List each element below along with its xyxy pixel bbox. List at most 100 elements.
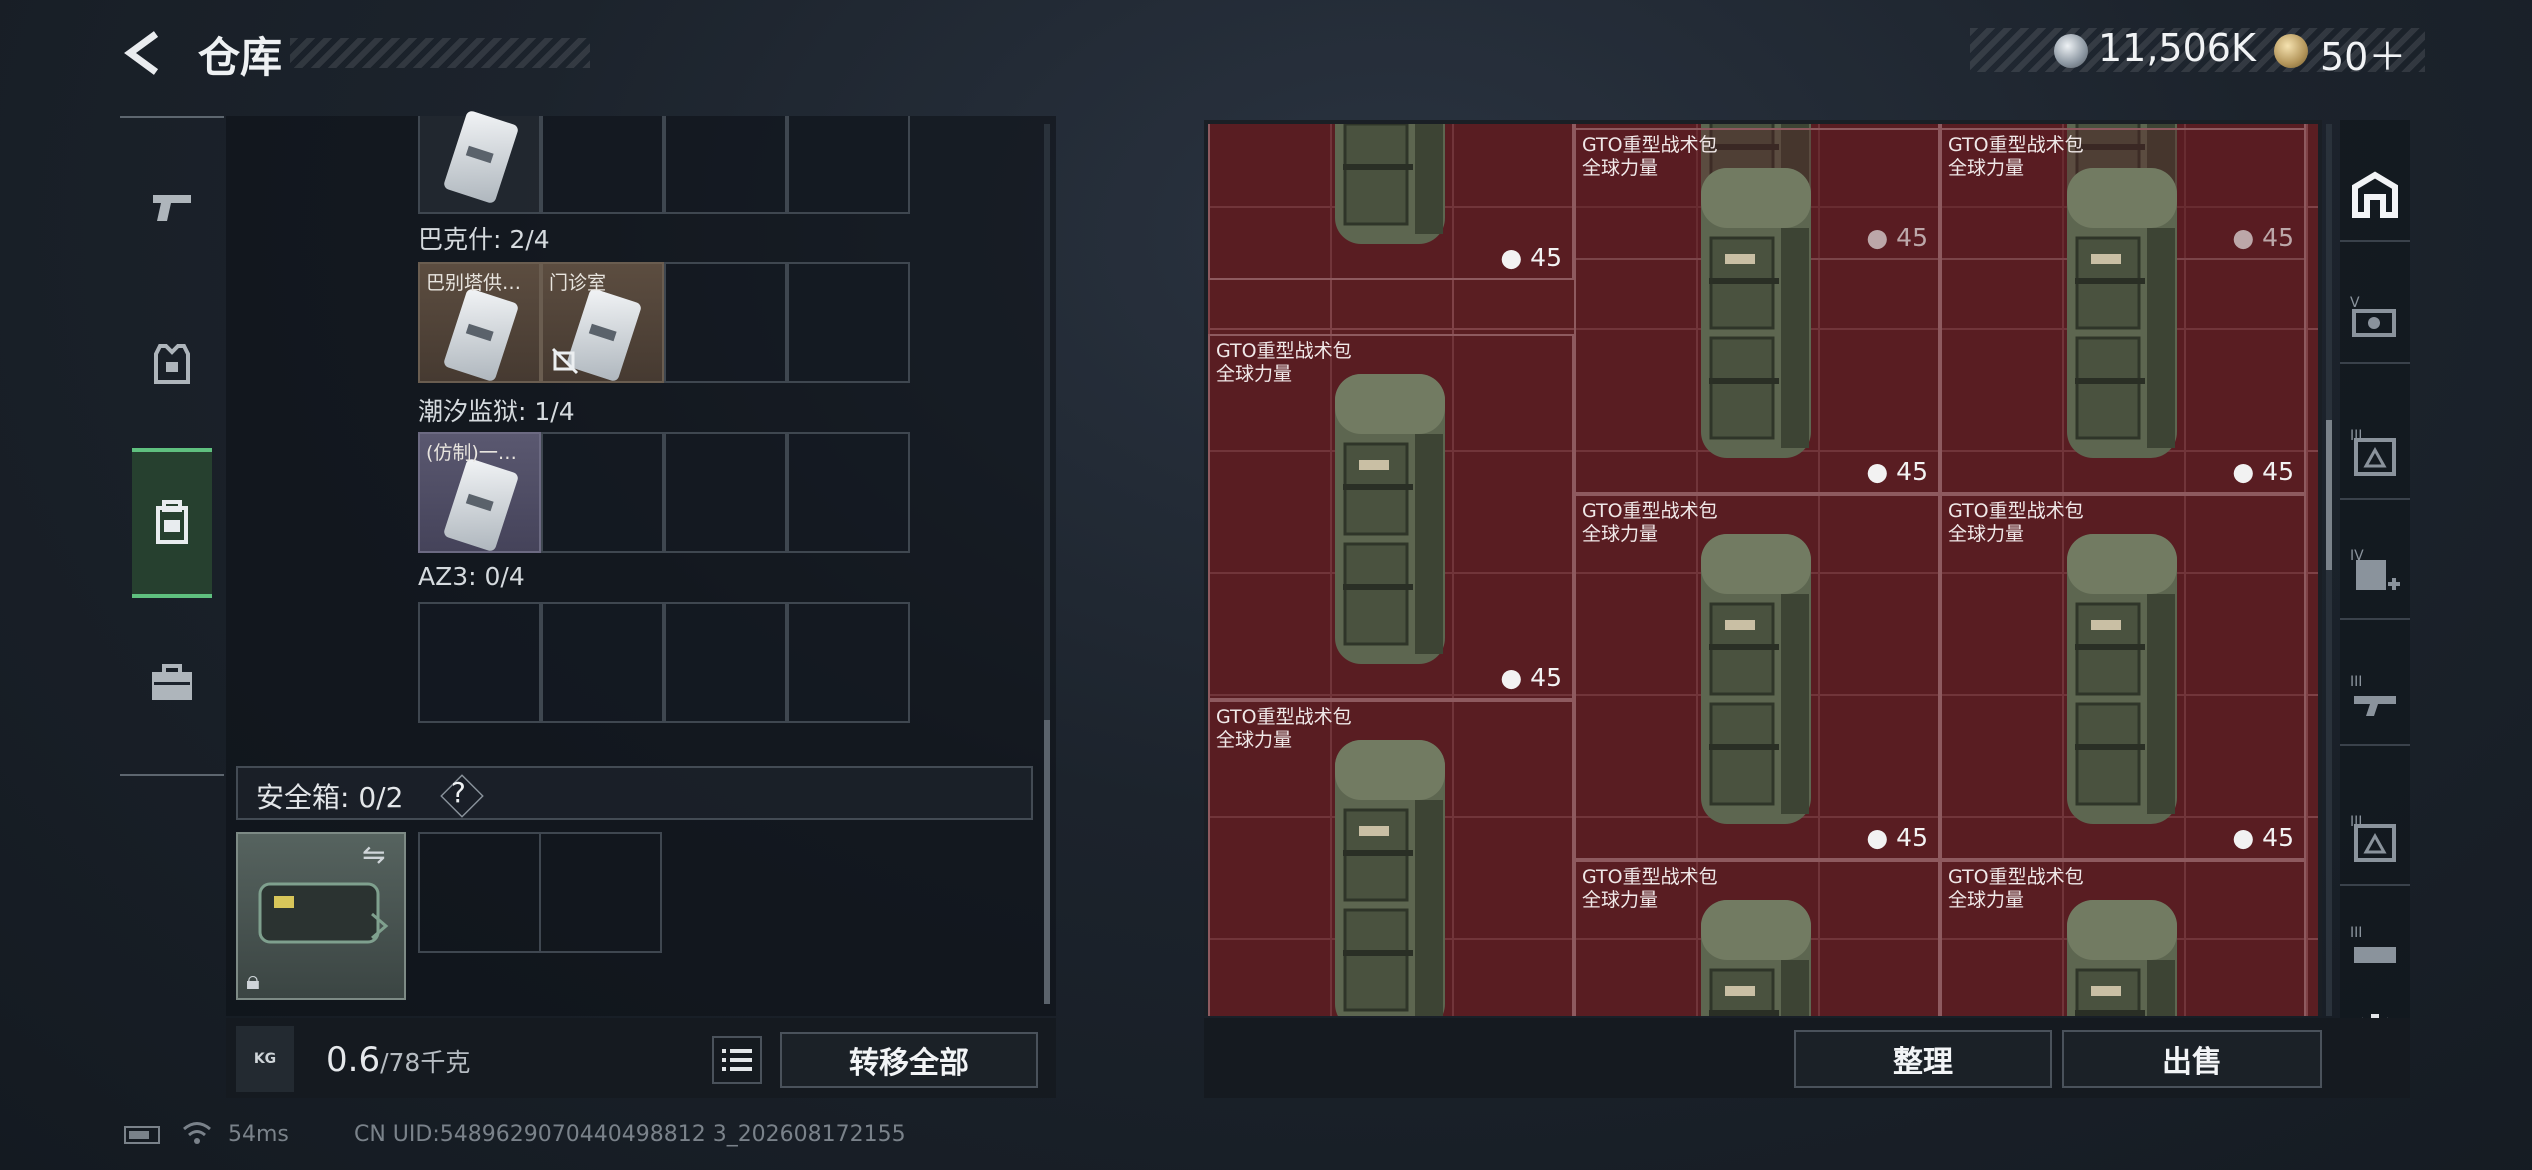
weight-readout: 0.6/78千克 [326, 1040, 471, 1080]
stash-item-backpack[interactable]: GTO重型战术包全球力量● 45 [1208, 334, 1574, 700]
user-uid: CN UID:5489629070440498812 3_20260817215… [354, 1122, 906, 1147]
key-slot[interactable] [787, 602, 910, 723]
filter-tier-3-armor[interactable]: III [2340, 408, 2410, 500]
briefcase-icon [152, 664, 192, 700]
stash-item-backpack[interactable]: GTO重型战术包全球力量 ● 45 [1940, 128, 2306, 494]
item-name-line2: 全球力量 [1582, 889, 1659, 911]
item-name-line2: 全球力量 [1582, 157, 1659, 179]
category-weapons[interactable] [132, 160, 212, 254]
key-slot[interactable] [418, 602, 541, 723]
tier-iii-weapon-icon: III [2350, 674, 2396, 716]
key-slot[interactable] [787, 432, 910, 553]
key-slot[interactable] [664, 602, 787, 723]
gold-coin-icon [2274, 34, 2308, 68]
keycard-icon [442, 109, 520, 205]
key-slot[interactable] [787, 116, 910, 214]
sort-button[interactable]: 整理 [1794, 1030, 2052, 1088]
tactical-backpack-icon [2067, 534, 2177, 824]
category-case[interactable] [132, 636, 212, 730]
stash-home-icon [2352, 171, 2398, 218]
key-slot[interactable]: 巴别塔供… [418, 262, 541, 383]
item-name-line1: GTO重型战术包 [1582, 500, 1718, 522]
filter-all[interactable] [2340, 150, 2410, 242]
tier-v-equipment-icon: V [2350, 295, 2396, 337]
stash-item-backpack[interactable]: GTO重型战术包全球力量● 45 [1574, 860, 1940, 1016]
item-durability: ● 45 [1866, 457, 1928, 486]
stash-scrollbar[interactable] [2326, 124, 2332, 1016]
svg-text:V: V [2350, 295, 2360, 311]
safe-box-label: 安全箱: 0/2 [256, 781, 404, 814]
tactical-backpack-icon [2067, 168, 2177, 458]
stash-item-backpack[interactable]: GTO重型战术包全球力量 ● 45 [1940, 494, 2306, 860]
item-durability: ● 45 [1866, 823, 1928, 852]
stash-item-backpack[interactable]: GTO重型战术包全球力量 ● 45 [1574, 128, 1940, 494]
filter-tier-5[interactable]: V [2340, 272, 2410, 364]
key-slot[interactable] [541, 116, 664, 214]
item-name: GTO重型战术包 全球力量 [1582, 134, 1718, 180]
key-slot-row: (仿制)一… [418, 432, 910, 553]
key-slot[interactable] [787, 262, 910, 383]
key-slot[interactable] [541, 432, 664, 553]
key-name: 门诊室 [549, 272, 607, 294]
backpack-icon [156, 500, 188, 544]
no-transfer-icon [551, 347, 579, 375]
item-name-line1: GTO重型战术包 [1948, 134, 2084, 156]
key-group-label: AZ3: 0/4 [418, 562, 525, 591]
stash-item-backpack[interactable]: GTO重型战术包全球力量● 45 [1208, 700, 1574, 1016]
item-name: GTO重型战术包 全球力量 [1948, 134, 2084, 180]
stash-item-backpack[interactable]: GTO重型战术包全球力量 ● 45 [1574, 494, 1940, 860]
item-name-line2: 全球力量 [1216, 729, 1293, 751]
item-name: GTO重型战术包 全球力量 [1216, 340, 1352, 386]
item-durability: ● 45 [2232, 823, 2294, 852]
item-name-line1: GTO重型战术包 [1582, 134, 1718, 156]
ping-readout: 54ms [228, 1122, 289, 1147]
list-icon [722, 1049, 752, 1071]
item-name: GTO重型战术包 全球力量 [1216, 706, 1352, 752]
back-button[interactable] [118, 28, 168, 78]
safe-box-empty-slots[interactable] [418, 832, 662, 953]
category-armor[interactable] [132, 316, 212, 410]
key-slot[interactable]: (仿制)一… [418, 432, 541, 553]
filter-tier-4-medical[interactable]: IV [2340, 528, 2410, 620]
item-name: GTO重型战术包 全球力量 [1582, 866, 1718, 912]
svg-text:III: III [2350, 925, 2362, 941]
filter-tier-3-more[interactable]: III [2340, 920, 2410, 980]
key-slot[interactable] [664, 432, 787, 553]
item-name: GTO重型战术包 全球力量 [1582, 500, 1718, 546]
container-scrollbar-thumb[interactable] [1044, 720, 1050, 1004]
key-slot[interactable] [664, 262, 787, 383]
item-name-line1: GTO重型战术包 [1216, 706, 1352, 728]
key-slot-row: 巴别塔供… 门诊室 [418, 262, 910, 383]
page-title: 仓库 [198, 33, 283, 82]
silver-currency-amount: 11,506K [2098, 26, 2256, 70]
key-name: 巴别塔供… [426, 272, 522, 294]
weight-icon: KG [236, 1026, 294, 1092]
keycard-icon [442, 287, 520, 383]
item-durability: ● 45 [1500, 243, 1562, 272]
sell-button[interactable]: 出售 [2062, 1030, 2322, 1088]
swap-icon[interactable]: ⇋ [362, 838, 385, 871]
stash-scrollbar-thumb[interactable] [2326, 420, 2332, 570]
transfer-all-button[interactable]: 转移全部 [780, 1032, 1038, 1088]
key-slot[interactable] [664, 116, 787, 214]
filter-tier-3-weapon[interactable]: III [2340, 654, 2410, 746]
item-name-line2: 全球力量 [1948, 523, 2025, 545]
stash-item-backpack[interactable]: ● 45 [1208, 124, 1574, 280]
key-group-label: 巴克什: 2/4 [418, 225, 550, 254]
list-view-button[interactable] [712, 1036, 762, 1084]
key-slot[interactable] [418, 109, 541, 214]
item-name-line1: GTO重型战术包 [1948, 866, 2084, 888]
filter-tier-3-helmet[interactable]: III [2340, 794, 2410, 886]
key-slot[interactable] [541, 602, 664, 723]
gold-currency-amount[interactable]: 50＋ [2320, 26, 2406, 81]
item-name: GTO重型战术包 全球力量 [1948, 500, 2084, 546]
svg-text:III: III [2350, 674, 2362, 690]
pistol-icon [153, 195, 191, 221]
category-backpack[interactable] [132, 448, 212, 598]
stash-item-backpack[interactable]: GTO重型战术包全球力量● 45 [1940, 860, 2306, 1016]
item-name-line2: 全球力量 [1582, 523, 1659, 545]
help-button[interactable]: ? [451, 776, 466, 809]
key-slot[interactable]: 门诊室 [541, 262, 664, 383]
item-durability: ● 45 [2232, 457, 2294, 486]
lock-icon: 🔒︎ [246, 966, 260, 996]
